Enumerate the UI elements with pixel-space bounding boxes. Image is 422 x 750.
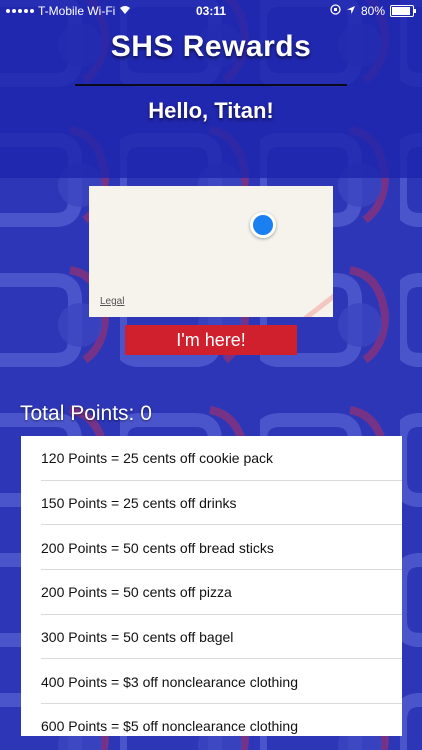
- current-location-icon: [250, 212, 276, 238]
- header-band: [0, 0, 422, 178]
- battery-percent: 80%: [360, 4, 385, 18]
- total-points-label: Total Points: 0: [20, 402, 152, 425]
- app-title: SHS Rewards: [110, 30, 312, 63]
- reward-row[interactable]: 150 Points = 25 cents off drinks: [21, 481, 402, 526]
- title-divider: [75, 84, 347, 86]
- map-road: [288, 284, 333, 317]
- reward-row[interactable]: 200 Points = 50 cents off bread sticks: [21, 525, 402, 570]
- map-legal-link[interactable]: Legal: [100, 296, 124, 307]
- reward-row[interactable]: 120 Points = 25 cents off cookie pack: [21, 436, 402, 481]
- battery-level: [392, 7, 410, 15]
- location-map[interactable]: Legal: [89, 186, 333, 317]
- status-bar: T-Mobile Wi-Fi 03:11 80%: [0, 0, 422, 22]
- rewards-list[interactable]: 120 Points = 25 cents off cookie pack 15…: [21, 436, 402, 736]
- reward-row[interactable]: 200 Points = 50 cents off pizza: [21, 570, 402, 615]
- location-arrow-icon: [346, 4, 356, 18]
- greeting-text: Hello, Titan!: [148, 98, 274, 123]
- reward-row[interactable]: 400 Points = $3 off nonclearance clothin…: [21, 659, 402, 704]
- orientation-lock-icon: [330, 4, 341, 18]
- app-screen: T-Mobile Wi-Fi 03:11 80% SHS Rewards Hel…: [0, 0, 422, 750]
- reward-row[interactable]: 300 Points = 50 cents off bagel: [21, 615, 402, 660]
- im-here-button[interactable]: I'm here!: [125, 325, 297, 355]
- status-right: 80%: [330, 4, 416, 18]
- reward-row[interactable]: 600 Points = $5 off nonclearance clothin…: [21, 704, 402, 736]
- battery-icon: [390, 5, 416, 17]
